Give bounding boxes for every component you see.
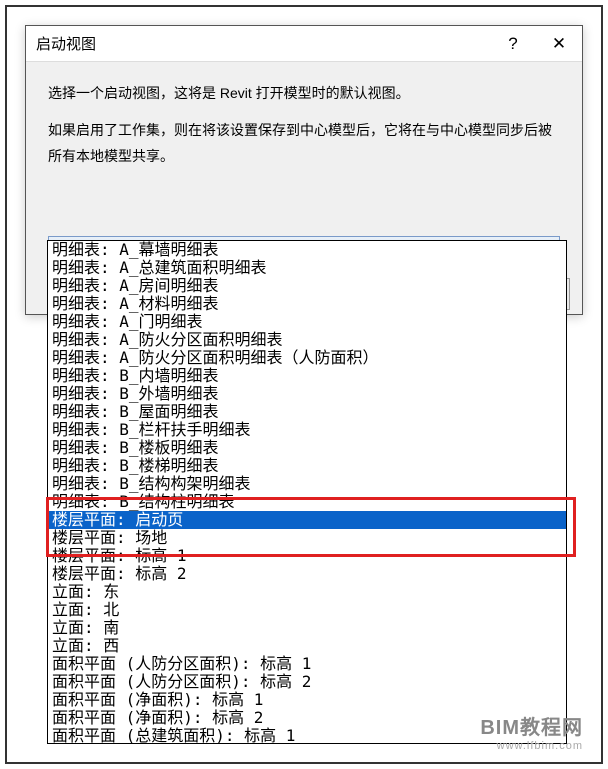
- help-button[interactable]: ?: [490, 26, 536, 62]
- list-item[interactable]: 楼层平面: 场地: [48, 529, 566, 547]
- watermark-sub: www.lfbim.com: [480, 740, 583, 752]
- list-item[interactable]: 明细表: A_防火分区面积明细表: [48, 331, 566, 349]
- list-item[interactable]: 面积平面 (人防分区面积): 标高 2: [48, 673, 566, 691]
- list-item[interactable]: 立面: 西: [48, 637, 566, 655]
- list-item[interactable]: 明细表: B_外墙明细表: [48, 385, 566, 403]
- list-item[interactable]: 明细表: A_总建筑面积明细表: [48, 259, 566, 277]
- list-item[interactable]: 立面: 南: [48, 619, 566, 637]
- list-item[interactable]: 明细表: A_门明细表: [48, 313, 566, 331]
- watermark-main: BIM教程网: [480, 711, 583, 740]
- dialog-body: 选择一个启动视图，这将是 Revit 打开模型时的默认视图。 如果启用了工作集，…: [26, 62, 582, 198]
- list-item[interactable]: 楼层平面: 启动页: [48, 511, 566, 529]
- list-item[interactable]: 明细表: A_房间明细表: [48, 277, 566, 295]
- list-item[interactable]: 楼层平面: 标高 2: [48, 565, 566, 583]
- dialog-desc-2: 如果启用了工作集，则在将该设置保存到中心模型后，它将在与中心模型同步后被所有本地…: [48, 117, 560, 170]
- view-list-dropdown-panel[interactable]: 明细表: A_幕墙明细表明细表: A_总建筑面积明细表明细表: A_房间明细表明…: [47, 240, 567, 744]
- watermark: BIM教程网 www.lfbim.com: [480, 711, 583, 752]
- list-item[interactable]: 面积平面 (净面积): 标高 1: [48, 691, 566, 709]
- list-item[interactable]: 明细表: B_楼板明细表: [48, 439, 566, 457]
- close-button[interactable]: ✕: [536, 26, 582, 62]
- list-item[interactable]: 明细表: A_防火分区面积明细表（人防面积）: [48, 349, 566, 367]
- outer-border: 启动视图 ? ✕ 选择一个启动视图，这将是 Revit 打开模型时的默认视图。 …: [5, 5, 603, 764]
- list-item[interactable]: 明细表: B_栏杆扶手明细表: [48, 421, 566, 439]
- dialog-title: 启动视图: [36, 33, 490, 54]
- list-item[interactable]: 楼层平面: 标高 1: [48, 547, 566, 565]
- list-item[interactable]: 立面: 东: [48, 583, 566, 601]
- list-item[interactable]: 明细表: B_屋面明细表: [48, 403, 566, 421]
- list-item[interactable]: 立面: 北: [48, 601, 566, 619]
- list-item[interactable]: 明细表: B_内墙明细表: [48, 367, 566, 385]
- list-item[interactable]: 明细表: B_结构构架明细表: [48, 475, 566, 493]
- list-item[interactable]: 面积平面 (人防分区面积): 标高 1: [48, 655, 566, 673]
- list-item[interactable]: 明细表: B_楼梯明细表: [48, 457, 566, 475]
- dialog-desc-1: 选择一个启动视图，这将是 Revit 打开模型时的默认视图。: [48, 80, 560, 107]
- list-item[interactable]: 明细表: A_幕墙明细表: [48, 241, 566, 259]
- dialog-titlebar: 启动视图 ? ✕: [26, 26, 582, 62]
- list-item[interactable]: 明细表: A_材料明细表: [48, 295, 566, 313]
- list-item[interactable]: 明细表: B_结构柱明细表: [48, 493, 566, 511]
